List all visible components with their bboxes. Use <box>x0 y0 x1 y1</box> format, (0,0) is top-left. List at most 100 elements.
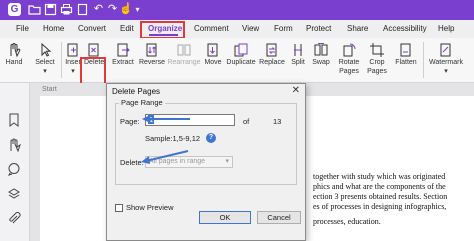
tab-home[interactable]: Home <box>43 24 64 33</box>
page-input-value: 1 <box>148 115 155 124</box>
split-button[interactable]: Split <box>288 40 308 80</box>
tab-accessibility[interactable]: Accessibility <box>383 24 427 33</box>
duplicate-label: Duplicate <box>226 59 256 66</box>
select-cursor-icon <box>41 42 52 57</box>
ribbon-divider <box>423 42 424 78</box>
page-label: Page: <box>120 117 140 126</box>
move-button[interactable]: Move <box>203 40 223 80</box>
undo-icon[interactable]: ↶ <box>92 3 105 16</box>
ok-button[interactable]: OK <box>199 211 251 224</box>
duplicate-icon <box>234 43 248 57</box>
flatten-icon <box>400 43 411 57</box>
reverse-icon <box>146 43 157 57</box>
move-icon <box>207 43 218 57</box>
page-input[interactable]: 1 <box>145 114 235 126</box>
move-label: Move <box>204 59 222 66</box>
comment-icon[interactable] <box>7 162 21 176</box>
menu-bar: File Home Convert Edit Organize Comment … <box>0 20 474 38</box>
page-range-label: Page Range <box>119 98 165 107</box>
help-icon[interactable]: ? <box>206 133 216 143</box>
save-icon[interactable] <box>44 3 57 16</box>
select-label: Select <box>35 59 55 66</box>
tab-convert[interactable]: Convert <box>78 24 106 33</box>
hand-label: Hand <box>5 59 23 66</box>
split-icon <box>294 44 302 56</box>
layers-icon[interactable] <box>7 187 21 201</box>
select-button[interactable]: Select ▾ <box>32 40 58 80</box>
delete-label: Delete: <box>120 158 144 167</box>
crop-pages-label-2: Pages <box>367 68 387 75</box>
tab-file[interactable]: File <box>16 24 29 33</box>
extract-icon <box>117 43 130 57</box>
duplicate-button[interactable]: Duplicate <box>225 40 257 80</box>
tab-protect[interactable]: Protect <box>306 24 331 33</box>
cancel-button[interactable]: Cancel <box>257 211 301 224</box>
rotate-pages-label-1: Rotate <box>338 59 360 66</box>
rearrange-button[interactable]: Rearrange <box>167 40 201 80</box>
close-icon[interactable]: ✕ <box>292 85 300 96</box>
document-text-line: together with study which was originated <box>313 172 446 181</box>
organize-highlight-box <box>140 21 185 39</box>
insert-page-icon <box>67 43 78 57</box>
customize-toolbar-chevron-icon[interactable]: ▾ <box>131 3 144 16</box>
tab-share[interactable]: Share <box>347 24 368 33</box>
document-text-line: es of processes in designing infographic… <box>313 202 447 211</box>
swap-label: Swap <box>312 59 330 66</box>
hand-tool-icon[interactable] <box>7 138 21 152</box>
active-tab-underline <box>149 34 178 36</box>
hand-button[interactable]: Hand <box>3 40 25 80</box>
watermark-button[interactable]: Watermark ▾ <box>426 40 466 80</box>
replace-label: Replace <box>259 59 285 66</box>
attachment-icon[interactable] <box>7 211 21 225</box>
reverse-label: Reverse <box>138 59 166 66</box>
crop-pages-icon <box>370 43 384 57</box>
crop-pages-button[interactable]: Crop Pages <box>365 40 389 80</box>
left-navigation-panel <box>0 83 30 241</box>
swap-icon <box>314 43 328 56</box>
flatten-button[interactable]: Flatten <box>392 40 420 80</box>
open-folder-icon[interactable] <box>28 3 41 16</box>
app-logo: G <box>8 3 21 16</box>
replace-button[interactable]: Replace <box>258 40 286 80</box>
tab-help[interactable]: Help <box>438 24 454 33</box>
extract-label: Extract <box>112 59 134 66</box>
bookmark-icon[interactable] <box>7 113 21 127</box>
select-chevron-icon: ▾ <box>43 68 47 75</box>
delete-scope-value: All pages in range <box>149 158 206 165</box>
show-preview-checkbox[interactable] <box>115 204 123 212</box>
new-document-icon[interactable] <box>76 3 89 16</box>
document-text-line: processes, education. <box>313 217 381 226</box>
tab-comment[interactable]: Comment <box>194 24 229 33</box>
rotate-pages-icon <box>343 43 356 57</box>
tab-form[interactable]: Form <box>274 24 293 33</box>
rearrange-label: Rearrange <box>167 59 201 66</box>
dialog-title: Delete Pages <box>112 87 161 96</box>
ribbon-toolbar: Hand Select ▾ Inser ▾ Delete Extract Rev… <box>0 38 474 83</box>
rearrange-icon <box>177 44 191 56</box>
total-pages: 13 <box>273 117 282 126</box>
print-icon[interactable] <box>60 3 73 16</box>
hand-icon <box>10 43 21 58</box>
sample-hint: Sample:1,5-9,12 <box>145 134 201 143</box>
redo-icon[interactable]: ↷ <box>106 3 119 16</box>
chevron-down-icon: ▾ <box>225 158 229 165</box>
document-text-line: ection 3 presents obtained results. Sect… <box>313 192 448 201</box>
swap-button[interactable]: Swap <box>310 40 332 80</box>
document-text-line: phics and what are the components of the <box>313 182 446 191</box>
replace-icon <box>266 43 277 57</box>
rotate-pages-label-2: Pages <box>339 68 359 75</box>
delete-pages-dialog: Delete Pages ✕ Page Range Page: 1 of 13 … <box>106 83 306 241</box>
title-bar: G ↶ ↷ ☝ ▾ <box>0 0 474 20</box>
rotate-pages-button[interactable]: Rotate Pages <box>334 40 364 80</box>
crop-pages-label-1: Crop <box>369 59 385 66</box>
watermark-icon <box>440 43 451 57</box>
ribbon-divider <box>61 42 62 78</box>
tab-edit[interactable]: Edit <box>120 24 134 33</box>
watermark-chevron-icon: ▾ <box>444 68 448 75</box>
extract-button[interactable]: Extract <box>110 40 136 80</box>
watermark-label: Watermark <box>429 59 463 66</box>
tab-view[interactable]: View <box>242 24 259 33</box>
flatten-label: Flatten <box>395 59 417 66</box>
delete-scope-select[interactable]: All pages in range ▾ <box>145 156 233 168</box>
reverse-button[interactable]: Reverse <box>138 40 166 80</box>
